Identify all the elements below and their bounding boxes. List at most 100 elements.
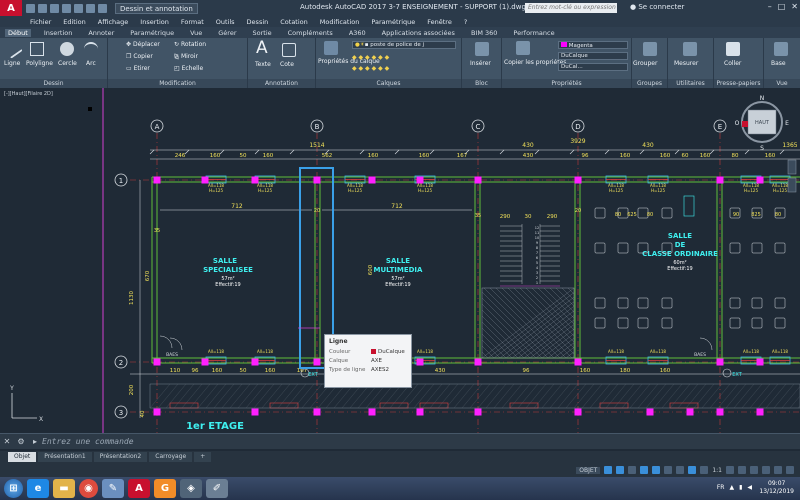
workspace-selector[interactable]: Dessin et annotation [115,2,198,14]
rotate-button[interactable]: ↻ Rotation [174,41,206,48]
save-as-icon[interactable] [62,3,71,13]
redo-icon[interactable] [98,3,107,13]
grid-icon[interactable] [604,466,613,474]
tab-parametric[interactable]: Paramétrique [127,29,177,37]
tab-model[interactable]: Objet [8,452,37,462]
tab-manage[interactable]: Gérer [215,29,239,37]
tab-home[interactable]: Début [5,28,31,37]
layer-dropdown[interactable]: ●☀▪ poste de police de j [352,41,456,49]
menu-format[interactable]: Format [181,18,204,26]
tab-featured-apps[interactable]: Applications associées [379,29,458,37]
customization-icon[interactable] [786,466,794,474]
circle-button[interactable]: Cercle [58,60,77,67]
open-file-icon[interactable] [38,3,47,13]
app-gray-icon[interactable]: ◈ [180,479,202,498]
dimension-button[interactable]: Cote [280,61,294,68]
tab-addins[interactable]: Compléments [285,29,336,37]
taskbar-clock[interactable]: 09:07 13/12/2019 [759,480,794,496]
osnap-icon[interactable] [652,466,661,474]
minimize-icon[interactable]: – [768,2,772,11]
menu-file[interactable]: Fichier [30,18,51,26]
polar-icon[interactable] [640,466,649,474]
mirror-button[interactable]: ⧎ Miroir [174,53,198,60]
workspace-switch-icon[interactable] [726,466,734,474]
autocad-taskbar-icon[interactable]: A [128,479,150,498]
menu-insert[interactable]: Insertion [140,18,169,26]
tab-view[interactable]: Vue [187,29,205,37]
paste-button[interactable]: Coller [724,60,741,67]
tab-bim360[interactable]: BIM 360 [468,29,500,37]
tab-insert[interactable]: Insertion [41,29,76,37]
color-dropdown[interactable]: Magenta [558,41,628,49]
volume-icon[interactable]: ◀ [747,484,752,491]
layer-tools-row1[interactable]: ◆ ◆ ◆ ◆ ◆ ◆ [352,54,389,61]
polyline-button[interactable]: Polyligne [26,60,53,67]
command-history-icon[interactable]: ▸ [28,437,42,446]
tab-a360[interactable]: A360 [346,29,369,37]
menu-parametric[interactable]: Paramétrique [371,18,415,26]
search-input[interactable]: Entrez mot-clé ou expression [525,3,617,13]
menu-view[interactable]: Affichage [98,18,129,26]
customize-icon[interactable]: ⚙ [14,437,28,446]
hardware-acceleration-icon[interactable] [762,466,770,474]
paint-icon[interactable]: ✎ [102,479,124,498]
app-tools-icon[interactable]: ✐ [206,479,228,498]
maximize-icon[interactable]: □ [778,2,786,11]
file-explorer-icon[interactable]: ▬ [53,479,75,498]
selection-cycling-icon[interactable] [688,466,697,474]
undo-icon[interactable] [86,3,95,13]
autocad-logo[interactable]: A [0,0,22,16]
new-file-icon[interactable] [26,3,35,13]
otrack-icon[interactable] [664,466,673,474]
internet-explorer-icon[interactable]: e [27,479,49,498]
app-orange-icon[interactable]: G [154,479,176,498]
scale-button[interactable]: ◰ Echelle [174,65,203,72]
network-icon[interactable]: ▮ [739,484,742,491]
measure-button[interactable]: Mesurer [674,60,698,67]
menu-edit[interactable]: Edition [63,18,86,26]
text-button[interactable]: Texte [255,61,271,68]
stretch-button[interactable]: ▭ Etirer [126,65,150,72]
save-icon[interactable] [50,3,59,13]
windows-start-icon[interactable]: ⊞ [4,479,23,498]
layer-tools-row2[interactable]: ◆ ◆ ◆ ◆ ◆ ◆ [352,65,389,72]
tab-layout1[interactable]: Présentation1 [38,452,92,462]
menu-draw[interactable]: Dessin [247,18,269,26]
add-layout-button[interactable]: + [194,452,212,462]
linetype-dropdown[interactable]: DuCal... [558,63,628,71]
model-space-toggle[interactable]: OBJET [576,466,601,474]
tab-layout2[interactable]: Présentation2 [93,452,148,462]
tab-annotate[interactable]: Annoter [85,29,117,37]
annotation-scale[interactable]: 1:1 [712,467,722,474]
menu-dimension[interactable]: Cotation [280,18,308,26]
expand-tray-icon[interactable]: ▲ [729,484,734,491]
group-button[interactable]: Grouper [633,60,657,67]
lineweight-icon[interactable] [676,466,685,474]
base-view-button[interactable]: Base [771,60,786,67]
lineweight-dropdown[interactable]: DuCalque [558,52,628,60]
isolate-objects-icon[interactable] [750,466,758,474]
move-button[interactable]: ✥ Déplacer [126,41,160,48]
command-input[interactable]: Entrez une commande [42,437,134,446]
arc-button[interactable]: Arc [86,60,96,67]
close-icon[interactable]: ✕ [791,2,798,11]
line-button[interactable]: Ligne [4,60,20,67]
clean-screen-icon[interactable] [774,466,782,474]
close-command-icon[interactable]: ✕ [0,437,14,446]
copy-button[interactable]: ❐ Copier [126,53,153,60]
tab-carroyage[interactable]: Carroyage [149,452,193,462]
ortho-icon[interactable] [628,466,637,474]
signin-button[interactable]: ● Se connecter [630,3,684,11]
language-indicator[interactable]: FR [717,484,725,491]
annotation-visibility-icon[interactable] [700,466,709,474]
print-icon[interactable] [74,3,83,13]
tab-performance[interactable]: Performance [510,29,557,37]
annotation-monitor-icon[interactable] [738,466,746,474]
chrome-icon[interactable]: ◉ [79,479,98,498]
menu-window[interactable]: Fenêtre [427,18,452,26]
menu-tools[interactable]: Outils [216,18,235,26]
insert-block-button[interactable]: Insérer [470,60,491,67]
snap-icon[interactable] [616,466,625,474]
menu-modify[interactable]: Modification [320,18,360,26]
command-line[interactable]: ✕ ⚙ ▸ Entrez une commande [0,433,800,449]
